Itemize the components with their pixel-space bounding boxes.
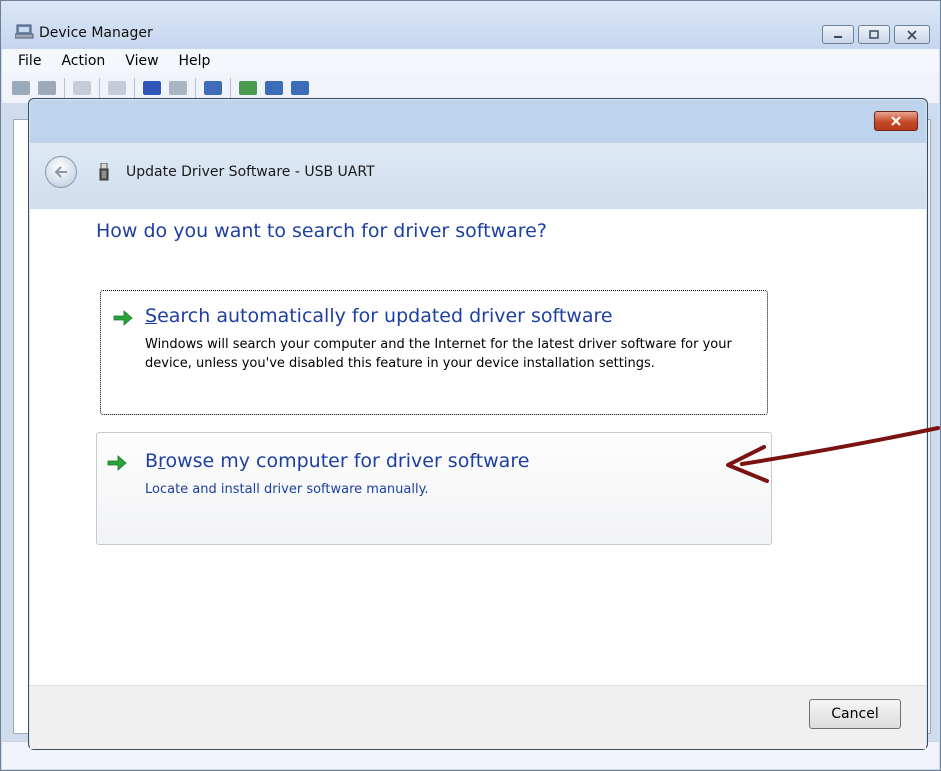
toolbar-separator [99,78,100,98]
disable-device-icon[interactable] [265,81,283,95]
toolbar-separator [195,78,196,98]
close-icon [891,116,901,126]
access-key-letter: S [145,305,158,327]
maximize-button[interactable] [858,25,890,44]
dialog-body: How do you want to search for driver sof… [30,209,926,685]
option-title: Search automatically for updated driver … [145,305,613,327]
cancel-button[interactable]: Cancel [809,699,901,729]
console-icon[interactable] [108,81,126,95]
close-icon [907,29,917,40]
back-icon[interactable] [12,81,30,95]
forward-icon[interactable] [38,81,56,95]
maximize-icon [869,29,879,39]
window-controls [822,25,930,44]
minimize-icon [834,35,842,38]
dialog-heading: How do you want to search for driver sof… [96,220,547,242]
option-title: Browse my computer for driver software [145,450,530,472]
uninstall-device-icon[interactable] [291,81,309,95]
usb-device-icon [99,163,109,181]
green-arrow-icon [113,310,133,326]
access-key-letter: r [158,450,166,472]
device-manager-titlebar: Device Manager [1,1,940,49]
toolbar-separator [134,78,135,98]
window-title: Device Manager [39,25,153,41]
green-arrow-icon [107,455,127,471]
update-driver-icon[interactable] [239,81,257,95]
option-description: Windows will search your computer and th… [145,337,732,371]
toolbar-separator [230,78,231,98]
toolbar-separator [64,78,65,98]
menu-bar: File Action View Help [2,49,939,73]
update-driver-dialog: Update Driver Software - USB UART How do… [28,98,928,750]
option-description: Locate and install driver software manua… [145,482,429,497]
back-button[interactable] [45,156,77,188]
browse-computer-option[interactable]: Browse my computer for driver software L… [96,432,772,545]
properties-icon[interactable] [73,81,91,95]
close-button[interactable] [894,25,930,44]
help-icon[interactable] [143,81,161,95]
search-automatically-option[interactable]: Search automatically for updated driver … [100,290,768,415]
menu-action[interactable]: Action [51,53,115,69]
scan-hardware-icon[interactable] [204,81,222,95]
menu-view[interactable]: View [115,53,168,69]
dialog-close-button[interactable] [874,111,918,131]
device-manager-icon [15,24,34,39]
dialog-header: Update Driver Software - USB UART [30,143,926,209]
dialog-title: Update Driver Software - USB UART [126,164,375,180]
menu-file[interactable]: File [8,53,51,69]
view-icon[interactable] [169,81,187,95]
back-arrow-icon [54,166,67,178]
menu-help[interactable]: Help [169,53,221,69]
minimize-button[interactable] [822,25,854,44]
dialog-footer: Cancel [30,685,926,749]
